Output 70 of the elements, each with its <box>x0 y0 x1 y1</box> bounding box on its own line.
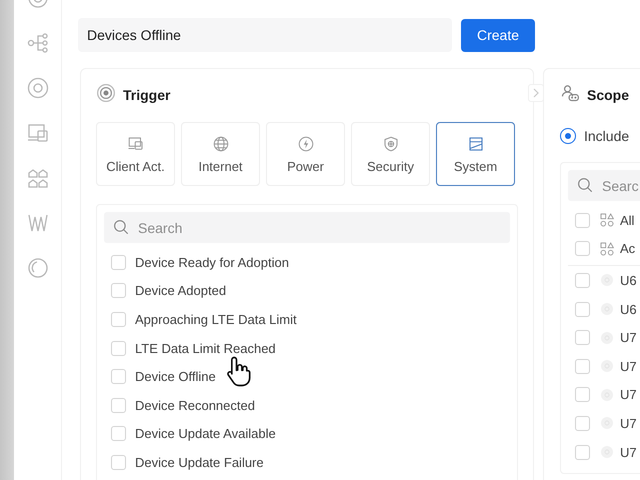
create-button[interactable]: Create <box>461 18 535 52</box>
name-field[interactable]: Devices Offline <box>78 18 452 52</box>
event-label: Device Offline <box>135 369 216 384</box>
device-icon <box>599 415 615 432</box>
event-label: Device Reconnected <box>135 398 255 413</box>
device-icon <box>599 444 615 460</box>
panel-title: Trigger <box>123 87 170 103</box>
checkbox[interactable] <box>111 254 126 270</box>
device-icon <box>599 330 615 346</box>
checkbox[interactable] <box>575 416 590 431</box>
checkbox[interactable] <box>575 302 590 317</box>
topology-icon <box>26 31 50 55</box>
search-field[interactable]: Searc <box>568 170 640 201</box>
device-icon <box>599 272 615 288</box>
device-icon <box>599 386 615 403</box>
checkbox[interactable] <box>575 212 590 228</box>
people-icon <box>560 82 580 102</box>
checkbox[interactable] <box>575 330 590 346</box>
target-label: U7 <box>620 387 637 402</box>
category-tab[interactable]: Security <box>351 122 430 186</box>
checkbox[interactable] <box>111 369 126 384</box>
target-label: U6 <box>620 302 637 317</box>
search-icon <box>576 176 594 194</box>
shield-icon <box>382 134 400 152</box>
panel-title: Scope <box>587 87 630 103</box>
checkbox[interactable] <box>111 312 126 327</box>
target-icon <box>26 76 50 100</box>
category-tab[interactable]: System <box>436 122 515 186</box>
event-label: Device Adopted <box>135 283 226 298</box>
chevron-right-icon <box>532 88 540 98</box>
target-label: U6 <box>620 272 637 288</box>
checkbox[interactable] <box>575 241 590 256</box>
target-label: U7 <box>620 444 637 460</box>
target-label: U7 <box>620 416 637 431</box>
target-label: U7 <box>620 330 637 346</box>
radio-label: Include <box>584 128 630 144</box>
search-icon <box>112 218 130 236</box>
checkbox[interactable] <box>111 426 126 442</box>
checkbox[interactable] <box>575 358 590 374</box>
radio-button[interactable] <box>560 128 576 144</box>
search-field[interactable]: Search <box>104 212 510 243</box>
checkbox[interactable] <box>575 444 590 460</box>
checkbox[interactable] <box>111 283 126 298</box>
checkbox[interactable] <box>575 387 590 402</box>
checkbox[interactable] <box>575 272 590 288</box>
device-icon <box>599 301 615 318</box>
group-icon <box>599 240 615 257</box>
expand-button[interactable] <box>528 84 544 102</box>
circle-icon <box>26 256 50 280</box>
target-label: U7 <box>620 358 637 374</box>
event-label: Device Ready for Adoption <box>135 254 289 270</box>
event-label: Approaching LTE Data Limit <box>135 312 297 327</box>
trigger-icon <box>96 82 116 102</box>
globe-icon <box>212 134 230 152</box>
lightning-icon <box>296 134 314 152</box>
checkbox[interactable] <box>111 398 126 413</box>
category-tab[interactable]: Power <box>266 122 345 186</box>
devices-icon <box>126 134 144 152</box>
group-icon <box>599 212 615 228</box>
event-label: Device Update Available <box>135 426 276 442</box>
checkbox[interactable] <box>111 454 126 470</box>
target-label: All <box>620 212 634 228</box>
target-label: Ac <box>620 241 636 256</box>
checkbox[interactable] <box>111 340 126 356</box>
event-label: LTE Data Limit Reached <box>135 340 276 356</box>
device-icon <box>599 358 615 374</box>
event-label: Device Update Failure <box>135 454 264 470</box>
category-tab[interactable]: Client Act. <box>96 122 175 186</box>
category-tab[interactable]: Internet <box>181 122 260 186</box>
window-icon <box>466 134 484 152</box>
